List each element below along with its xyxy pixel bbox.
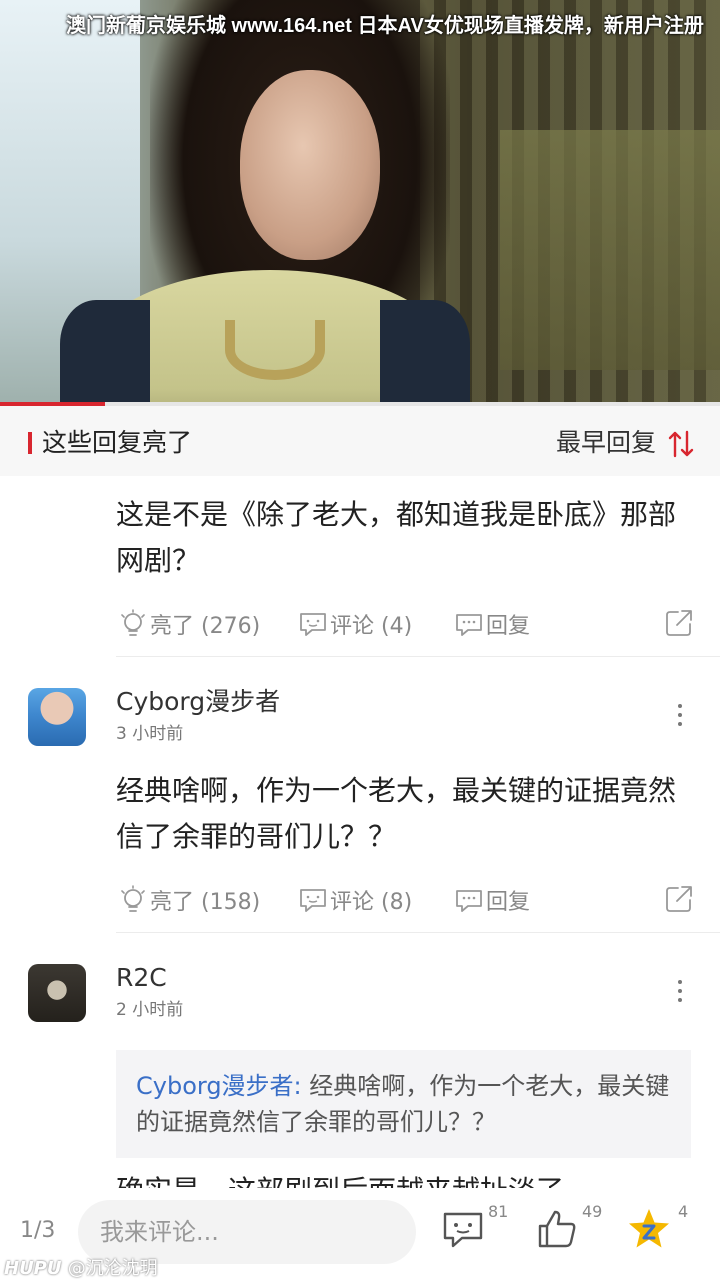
like-count-badge: 49 (582, 1202, 603, 1221)
comment-bubble-icon (300, 889, 326, 912)
quoted-reply: Cyborg漫步者: 经典啥啊，作为一个老大，最关键的证据竟然信了余罪的哥们儿？… (116, 1050, 691, 1158)
reply-action[interactable]: 回复 (454, 604, 530, 644)
like-count: 亮了 (276) (150, 614, 261, 639)
video-person-top-right (380, 300, 470, 402)
post-time: 3 小时前 (116, 724, 184, 744)
page-indicator[interactable]: 1/3 (20, 1218, 55, 1243)
comment-bubble-icon (300, 613, 326, 636)
like-action[interactable]: 亮了 (158) (118, 880, 260, 920)
comment-action[interactable]: 评论 (4) (298, 604, 412, 644)
video-player[interactable]: 澳门新葡京娱乐城 www.164.net 日本AV女优现场直播发牌，新用户注册 (0, 0, 720, 402)
reply-label: 回复 (486, 890, 531, 915)
like-count: 亮了 (158) (150, 890, 261, 915)
sort-arrows-icon[interactable] (668, 430, 694, 458)
comment-count-badge: 81 (488, 1202, 509, 1221)
divider (116, 932, 720, 933)
reply-actions: 亮了 (276) 评论 (4) 回复 (0, 604, 720, 644)
watermark-user: @沉沦沈玥 (67, 1258, 158, 1279)
video-person-necklace (225, 320, 325, 380)
sort-button[interactable]: 最早回复 (556, 424, 656, 462)
more-options-icon[interactable] (676, 980, 684, 1006)
reply-text: 这是不是《除了老大，都知道我是卧底》那部网剧？ (116, 498, 677, 577)
reply-text: 确实是，这部剧到后面越来越扯淡了 (116, 1168, 696, 1190)
share-icon[interactable] (664, 884, 694, 914)
comment-action[interactable]: 评论 (8) (298, 880, 412, 920)
video-person-face (240, 70, 380, 260)
comment-count: 评论 (4) (330, 614, 413, 639)
section-title: 这些回复亮了 (42, 428, 193, 457)
comment-count: 评论 (8) (330, 890, 413, 915)
watermark: HUPU @沉沦沈玥 (4, 1254, 158, 1280)
reply-text: 经典啥啊，作为一个老大，最关键的证据竟然信了余罪的哥们儿？？ (116, 774, 677, 853)
watermark-brand: HUPU (4, 1258, 62, 1279)
divider (116, 656, 720, 657)
more-options-icon[interactable] (676, 704, 684, 730)
video-person-top-left (60, 300, 150, 402)
comments-icon[interactable] (440, 1206, 486, 1252)
favorite-count-badge: 4 (678, 1202, 689, 1221)
reply-label: 回复 (486, 614, 531, 639)
reply-action[interactable]: 回复 (454, 880, 530, 920)
quoted-username[interactable]: Cyborg漫步者: (136, 1072, 302, 1100)
reply-bubble-icon (456, 890, 482, 912)
bulb-icon (121, 609, 145, 636)
bulb-icon (121, 885, 145, 912)
star-favorite-icon[interactable] (626, 1206, 672, 1252)
reply-actions: 亮了 (158) 评论 (8) 回复 (0, 880, 720, 920)
username[interactable]: Cyborg漫步者 (116, 686, 280, 718)
video-shelf (500, 130, 720, 370)
avatar[interactable] (28, 688, 86, 746)
post-time: 2 小时前 (116, 1000, 184, 1020)
video-ticker-text: 澳门新葡京娱乐城 www.164.net 日本AV女优现场直播发牌，新用户注册 (66, 15, 704, 37)
section-header: 这些回复亮了 最早回复 (0, 406, 720, 476)
avatar[interactable] (28, 964, 86, 1022)
thumbs-up-icon[interactable] (534, 1206, 580, 1252)
reply-bubble-icon (456, 614, 482, 636)
section-accent-bar (28, 432, 32, 454)
like-action[interactable]: 亮了 (276) (118, 604, 260, 644)
username[interactable]: R2C (116, 962, 167, 994)
share-icon[interactable] (664, 608, 694, 638)
